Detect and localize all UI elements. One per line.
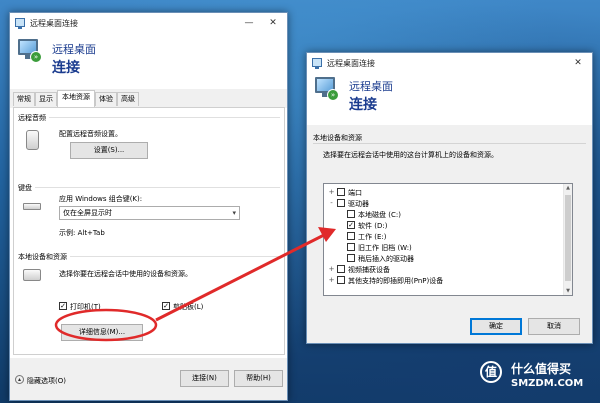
right-header-subtitle: 连接 (349, 97, 377, 113)
audio-settings-button[interactable]: 设置(S)... (70, 142, 148, 159)
right-description: 选择要在远程会话中使用的这台计算机上的设备和资源。 (323, 151, 498, 159)
ok-button[interactable]: 确定 (470, 318, 522, 335)
local-devices-label: 本地设备和资源 (18, 252, 70, 262)
smzdm-logo-icon: 值 (480, 361, 502, 383)
left-header: » 远程桌面 连接 (10, 33, 287, 91)
tree-item-checkbox[interactable] (347, 210, 355, 218)
tree-item-label: 软件 (D:) (358, 222, 388, 230)
collapse-icon[interactable]: - (328, 200, 335, 207)
keyboard-description: 应用 Windows 组合键(K): (59, 195, 143, 203)
watermark-line1: 什么值得买 (511, 362, 572, 376)
remote-audio-group: 远程音频 配置远程音频设置。 设置(S)... (18, 113, 280, 177)
watermark-line2: SMZDM.COM (511, 378, 584, 389)
left-rdp-window: 远程桌面连接 — ✕ » 远程桌面 连接 常规 显示 本地资源 体验 高级 远程… (9, 12, 288, 401)
tab-experience[interactable]: 体验 (95, 92, 117, 106)
right-header-title: 远程桌面 (349, 80, 393, 93)
right-footer: 确定 取消 (307, 308, 592, 343)
printer-icon (23, 269, 41, 281)
windows-key-combo-select[interactable]: 仅在全屏显示时 ▾ (59, 206, 240, 220)
keyboard-group: 键盘 应用 Windows 组合键(K): 仅在全屏显示时 ▾ 示例: Alt+… (18, 183, 280, 247)
tree-item-label: 其他支持的即插即用(PnP)设备 (348, 277, 444, 285)
connect-button[interactable]: 连接(N) (180, 370, 229, 387)
tree-item-checkbox[interactable]: ✓ (347, 221, 355, 229)
left-titlebar: 远程桌面连接 — ✕ (10, 13, 287, 33)
tree-item[interactable]: 本地磁盘 (C:) (324, 209, 562, 220)
tree-item-label: 稍后插入的驱动器 (358, 255, 414, 263)
tree-item-checkbox[interactable] (337, 276, 345, 284)
more-details-button[interactable]: 详细信息(M)... (61, 324, 143, 341)
right-content: 本地设备和资源 选择要在远程会话中使用的这台计算机上的设备和资源。 + 端口 - 驱动… (307, 125, 592, 308)
local-resources-panel: 远程音频 配置远程音频设置。 设置(S)... 键盘 应用 Windows 组合… (13, 107, 285, 355)
local-devices-description: 选择你要在远程会话中使用的设备和资源。 (59, 270, 192, 278)
clipboard-checkbox[interactable]: ✓ (162, 302, 170, 310)
left-window-title: 远程桌面连接 (30, 19, 78, 28)
expand-icon[interactable]: + (328, 189, 335, 196)
scroll-up-arrow[interactable]: ▲ (564, 185, 572, 191)
clipboard-label: 剪贴板(L) (173, 303, 204, 311)
tree-item-label: 驱动器 (348, 200, 369, 208)
tree-item-label: 工作 (E:) (358, 233, 387, 241)
hide-options-chevron-icon[interactable]: ▴ (15, 375, 24, 384)
left-footer: ▴ 隐藏选项(O) 连接(N) 帮助(H) (10, 358, 287, 400)
tree-scrollbar[interactable]: ▲ ▼ (563, 184, 572, 295)
tree-item[interactable]: 工作 (E:) (324, 231, 562, 242)
keyboard-example: 示例: Alt+Tab (59, 229, 105, 237)
tab-advanced[interactable]: 高级 (117, 92, 139, 106)
right-group-label: 本地设备和资源 (313, 134, 362, 142)
printer-label: 打印机(T) (70, 303, 101, 311)
tree-item-label: 旧工作 旧档 (W:) (358, 244, 412, 252)
close-button[interactable]: ✕ (566, 53, 590, 73)
scroll-thumb[interactable] (565, 195, 571, 281)
keyboard-icon (23, 203, 41, 210)
remote-audio-description: 配置远程音频设置。 (59, 130, 122, 138)
remote-desktop-computer-icon: » (18, 39, 44, 63)
tree-item[interactable]: - 驱动器 (324, 198, 562, 209)
tree-item-label: 本地磁盘 (C:) (358, 211, 401, 219)
windows-key-combo-value: 仅在全屏显示时 (63, 209, 112, 217)
expand-icon[interactable]: + (328, 266, 335, 273)
expand-icon[interactable]: + (328, 277, 335, 284)
right-header: » 远程桌面 连接 (307, 73, 592, 125)
tree-item[interactable]: 稍后插入的驱动器 (324, 253, 562, 264)
hide-options-label[interactable]: 隐藏选项(O) (27, 376, 66, 386)
close-button[interactable]: ✕ (261, 13, 285, 33)
keyboard-label: 键盘 (18, 183, 35, 193)
tree-item-checkbox[interactable] (337, 199, 345, 207)
speaker-icon (26, 130, 39, 150)
tree-item[interactable]: + 其他支持的即插即用(PnP)设备 (324, 275, 562, 286)
left-header-title: 远程桌面 (52, 43, 96, 56)
rdp-app-icon (312, 58, 322, 69)
tree-item[interactable]: ✓ 软件 (D:) (324, 220, 562, 231)
help-button[interactable]: 帮助(H) (234, 370, 283, 387)
tab-local-resources[interactable]: 本地资源 (57, 90, 95, 107)
cancel-button[interactable]: 取消 (528, 318, 580, 335)
tree-item[interactable]: 旧工作 旧档 (W:) (324, 242, 562, 253)
remote-audio-label: 远程音频 (18, 113, 49, 123)
tree-item-label: 视频捕获设备 (348, 266, 390, 274)
minimize-button[interactable]: — (237, 13, 261, 33)
right-rdp-window: 远程桌面连接 ✕ » 远程桌面 连接 本地设备和资源 选择要在远程会话中使用的这… (306, 52, 593, 344)
device-tree[interactable]: + 端口 - 驱动器本地磁盘 (C:) ✓ 软件 (D:) 工作 (E:) 旧工作 旧档 (W… (323, 183, 573, 296)
tree-item-checkbox[interactable] (347, 243, 355, 251)
group-divider (313, 143, 586, 144)
tree-item-checkbox[interactable] (347, 254, 355, 262)
left-tabbar: 常规 显示 本地资源 体验 高级 (10, 89, 287, 108)
remote-desktop-computer-icon: » (315, 77, 341, 101)
tree-item[interactable]: + 视频捕获设备 (324, 264, 562, 275)
printer-checkbox[interactable]: ✓ (59, 302, 67, 310)
chevron-down-icon: ▾ (232, 209, 236, 217)
scroll-down-arrow[interactable]: ▼ (564, 288, 572, 294)
rdp-app-icon (15, 18, 25, 29)
tree-item-label: 端口 (348, 189, 362, 197)
tree-item-checkbox[interactable] (337, 265, 345, 273)
local-devices-group: 本地设备和资源 选择你要在远程会话中使用的设备和资源。 ✓ 打印机(T) ✓ 剪… (18, 252, 280, 352)
tree-item-checkbox[interactable] (337, 188, 345, 196)
tree-item-checkbox[interactable] (347, 232, 355, 240)
right-window-title: 远程桌面连接 (327, 59, 375, 68)
tab-display[interactable]: 显示 (35, 92, 57, 106)
tree-item[interactable]: + 端口 (324, 187, 562, 198)
left-header-subtitle: 连接 (52, 60, 80, 76)
tab-general[interactable]: 常规 (13, 92, 35, 106)
right-titlebar: 远程桌面连接 ✕ (307, 53, 592, 73)
